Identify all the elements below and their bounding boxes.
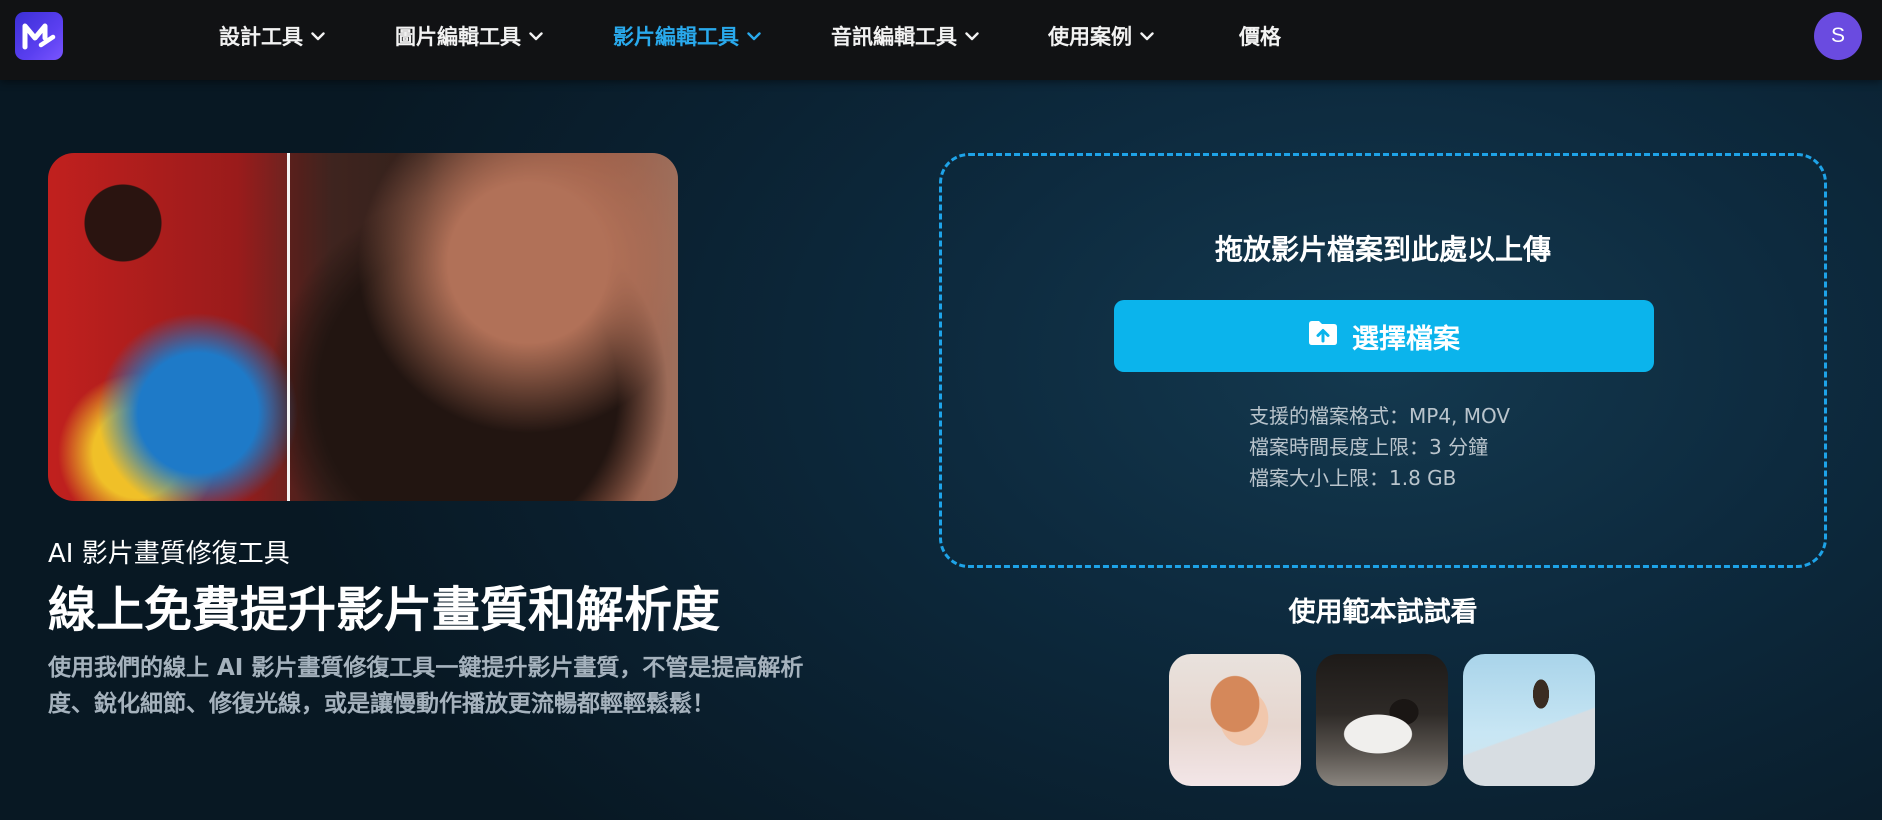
- spec-formats: 支援的檔案格式：MP4, MOV: [1249, 404, 1511, 428]
- nav-label: 音訊編輯工具: [831, 25, 957, 49]
- nav-design-tools[interactable]: 設計工具: [219, 20, 325, 52]
- nav-label: 圖片編輯工具: [395, 25, 521, 49]
- nav-audio-tools[interactable]: 音訊編輯工具: [831, 20, 979, 52]
- compare-divider: [287, 153, 290, 501]
- before-after-preview: [48, 153, 678, 501]
- hero-description: 使用我們的線上 AI 影片畫質修復工具一鍵提升影片畫質，不管是提高解析度、銳化細…: [48, 655, 804, 717]
- chevron-down-icon: [311, 31, 325, 41]
- dropzone-title: 拖放影片檔案到此處以上傳: [1214, 233, 1551, 266]
- after-half: [288, 153, 678, 501]
- logo-icon[interactable]: [15, 12, 63, 60]
- nav-label: 影片編輯工具: [613, 25, 739, 49]
- nav-label: 設計工具: [219, 25, 303, 49]
- upload-folder-icon: [1308, 320, 1338, 353]
- chevron-down-icon: [529, 31, 543, 41]
- nav-image-tools[interactable]: 圖片編輯工具: [395, 20, 543, 52]
- top-navbar: 設計工具 圖片編輯工具 影片編輯工具 音訊編輯工具 使用案例 價格 S: [0, 0, 1882, 80]
- chevron-down-icon: [1140, 31, 1154, 41]
- nav-pricing[interactable]: 價格: [1239, 20, 1281, 52]
- avatar-initial: S: [1830, 24, 1845, 47]
- sample-thumbnail-jump[interactable]: [1463, 654, 1595, 786]
- spec-size: 檔案大小上限：1.8 GB: [1249, 466, 1457, 490]
- upload-specs: 支援的檔案格式：MP4, MOV 檔案時間長度上限：3 分鐘 檔案大小上限：1.…: [1249, 401, 1510, 494]
- choose-file-button[interactable]: 選擇檔案: [1114, 300, 1654, 372]
- nav-use-cases[interactable]: 使用案例: [1048, 20, 1154, 52]
- user-avatar[interactable]: S: [1814, 12, 1862, 60]
- sample-thumbnail-woman[interactable]: [1169, 654, 1301, 786]
- choose-file-label: 選擇檔案: [1352, 323, 1460, 355]
- chevron-down-icon: [965, 31, 979, 41]
- hero-subtitle: AI 影片畫質修復工具: [48, 539, 290, 569]
- nav-label: 價格: [1239, 25, 1281, 49]
- page-title: 線上免費提升影片畫質和解析度: [48, 582, 721, 638]
- upload-dropzone[interactable]: 拖放影片檔案到此處以上傳 選擇檔案 支援的檔案格式：MP4, MOV 檔案時間長…: [939, 153, 1827, 568]
- nav-video-tools[interactable]: 影片編輯工具: [613, 20, 761, 52]
- spec-duration: 檔案時間長度上限：3 分鐘: [1249, 435, 1489, 459]
- samples-title: 使用範本試試看: [1288, 597, 1478, 628]
- nav-label: 使用案例: [1048, 25, 1132, 49]
- chevron-down-icon: [747, 31, 761, 41]
- sample-thumbnail-dog[interactable]: [1316, 654, 1448, 786]
